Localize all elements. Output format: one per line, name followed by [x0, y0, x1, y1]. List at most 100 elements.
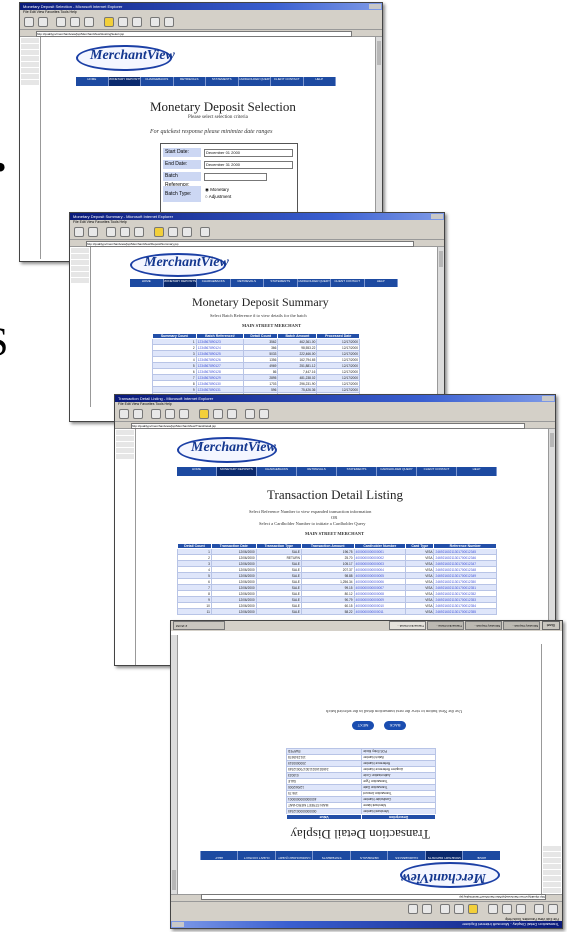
- nav-chargebacks[interactable]: CHARGEBACKS: [197, 279, 231, 287]
- nav-home[interactable]: HOME: [462, 851, 500, 860]
- nav-home[interactable]: HOME: [130, 279, 164, 287]
- favorites-item[interactable]: [543, 852, 561, 857]
- favorites-item[interactable]: [71, 272, 89, 277]
- print-icon[interactable]: [164, 17, 174, 27]
- history-icon[interactable]: [182, 227, 192, 237]
- nav-retrievals[interactable]: RETRIEVALS: [231, 279, 264, 287]
- favorites-item[interactable]: [21, 80, 39, 85]
- nav-cardholder-query[interactable]: CARDHOLDER QUERY: [239, 77, 271, 86]
- nav-client-contact[interactable]: CLIENT CONTACT: [271, 77, 304, 86]
- search-icon[interactable]: [199, 409, 209, 419]
- favorites-item[interactable]: [71, 260, 89, 265]
- nav-monetary-deposits[interactable]: MONETARY DEPOSITS: [217, 467, 257, 476]
- radio-adjustment[interactable]: ○ Adjustment: [205, 193, 231, 200]
- scrollbar-thumb[interactable]: [172, 870, 176, 890]
- home-icon[interactable]: [134, 227, 144, 237]
- radio-monetary[interactable]: ◉ Monetary: [205, 186, 231, 193]
- scrollbar-thumb[interactable]: [439, 251, 443, 267]
- stop-icon[interactable]: [516, 904, 526, 914]
- forward-icon[interactable]: [534, 904, 544, 914]
- favorites-icon[interactable]: [454, 904, 464, 914]
- history-icon[interactable]: [227, 409, 237, 419]
- mail-icon[interactable]: [422, 904, 432, 914]
- print-icon[interactable]: [408, 904, 418, 914]
- address-field[interactable]: http://qualitypv/merchantview/jsp/Mercha…: [201, 894, 546, 900]
- nav-client-contact[interactable]: CLIENT CONTACT: [417, 467, 457, 476]
- table-cell-link[interactable]: 4000000000000011: [353, 608, 407, 615]
- history-icon[interactable]: [132, 17, 142, 27]
- favorites-item[interactable]: [116, 430, 134, 435]
- refresh-icon[interactable]: [70, 17, 80, 27]
- favorites-item[interactable]: [543, 876, 561, 881]
- stop-icon[interactable]: [151, 409, 161, 419]
- nav-statements[interactable]: STATEMENTS: [264, 279, 298, 287]
- batch-reference-input[interactable]: [204, 172, 267, 181]
- nav-chargebacks[interactable]: CHARGEBACKS: [387, 851, 425, 860]
- taskbar-item[interactable]: Transaction Detai...: [427, 621, 464, 630]
- nav-help[interactable]: HELP: [200, 851, 238, 860]
- favorites-item[interactable]: [71, 248, 89, 253]
- window-controls[interactable]: [369, 4, 381, 9]
- favorites-item[interactable]: [116, 454, 134, 459]
- back-icon[interactable]: [548, 904, 558, 914]
- mail-icon[interactable]: [245, 409, 255, 419]
- favorites-item[interactable]: [71, 266, 89, 271]
- favorites-item[interactable]: [21, 56, 39, 61]
- home-icon[interactable]: [179, 409, 189, 419]
- nav-cardholder-query[interactable]: CARDHOLDER QUERY: [298, 279, 331, 287]
- forward-icon[interactable]: [133, 409, 143, 419]
- nav-client-contact[interactable]: CLIENT CONTACT: [237, 851, 275, 860]
- favorites-item[interactable]: [116, 436, 134, 441]
- favorites-item[interactable]: [543, 882, 561, 887]
- start-button[interactable]: Start: [542, 621, 560, 630]
- forward-icon[interactable]: [88, 227, 98, 237]
- scrollbar-thumb[interactable]: [550, 433, 554, 447]
- nav-help[interactable]: HELP: [304, 77, 336, 86]
- nav-client-contact[interactable]: CLIENT CONTACT: [331, 279, 365, 287]
- next-button[interactable]: NEXT: [352, 721, 374, 730]
- favorites-item[interactable]: [71, 278, 89, 283]
- nav-help[interactable]: HELP: [365, 279, 398, 287]
- nav-home[interactable]: HOME: [177, 467, 217, 476]
- end-date-select[interactable]: December 31 2000: [204, 160, 293, 169]
- nav-home[interactable]: HOME: [76, 77, 109, 86]
- nav-retrievals[interactable]: RETRIEVALS: [174, 77, 206, 86]
- nav-help[interactable]: HELP: [457, 467, 497, 476]
- forward-icon[interactable]: [38, 17, 48, 27]
- nav-cardholder-query[interactable]: CARDHOLDER QUERY: [377, 467, 417, 476]
- favorites-item[interactable]: [543, 846, 561, 851]
- taskbar-item-active[interactable]: Transaction Detail...: [389, 621, 426, 630]
- favorites-icon[interactable]: [118, 17, 128, 27]
- favorites-icon[interactable]: [213, 409, 223, 419]
- nav-monetary-deposits[interactable]: MONETARY DEPOSITS: [163, 279, 197, 287]
- favorites-item[interactable]: [543, 864, 561, 869]
- refresh-icon[interactable]: [165, 409, 175, 419]
- window-controls[interactable]: [172, 922, 184, 927]
- nav-chargebacks[interactable]: CHARGEBACKS: [141, 77, 174, 86]
- favorites-icon[interactable]: [168, 227, 178, 237]
- nav-chargebacks[interactable]: CHARGEBACKS: [257, 467, 297, 476]
- favorites-item[interactable]: [543, 858, 561, 863]
- scrollbar-thumb[interactable]: [377, 41, 381, 65]
- search-icon[interactable]: [154, 227, 164, 237]
- window-controls[interactable]: [542, 396, 554, 401]
- window-controls[interactable]: [431, 214, 443, 219]
- search-icon[interactable]: [104, 17, 114, 27]
- back-icon[interactable]: [74, 227, 84, 237]
- refresh-icon[interactable]: [502, 904, 512, 914]
- nav-monetary-deposits[interactable]: MONETARY DEPOSITS: [108, 77, 141, 86]
- home-icon[interactable]: [488, 904, 498, 914]
- start-date-select[interactable]: December 01 2000: [204, 148, 293, 157]
- favorites-item[interactable]: [21, 68, 39, 73]
- taskbar-item[interactable]: Monetary Deposit...: [465, 621, 502, 630]
- vertical-scrollbar[interactable]: [171, 635, 178, 894]
- nav-statements[interactable]: STATEMENTS: [312, 851, 350, 860]
- refresh-icon[interactable]: [120, 227, 130, 237]
- favorites-item[interactable]: [543, 888, 561, 893]
- back-button[interactable]: BACK: [384, 721, 406, 730]
- search-icon[interactable]: [468, 904, 478, 914]
- favorites-item[interactable]: [116, 448, 134, 453]
- favorites-item[interactable]: [543, 870, 561, 875]
- nav-retrievals[interactable]: RETRIEVALS: [350, 851, 388, 860]
- nav-monetary-deposits[interactable]: MONETARY DEPOSITS: [425, 851, 463, 860]
